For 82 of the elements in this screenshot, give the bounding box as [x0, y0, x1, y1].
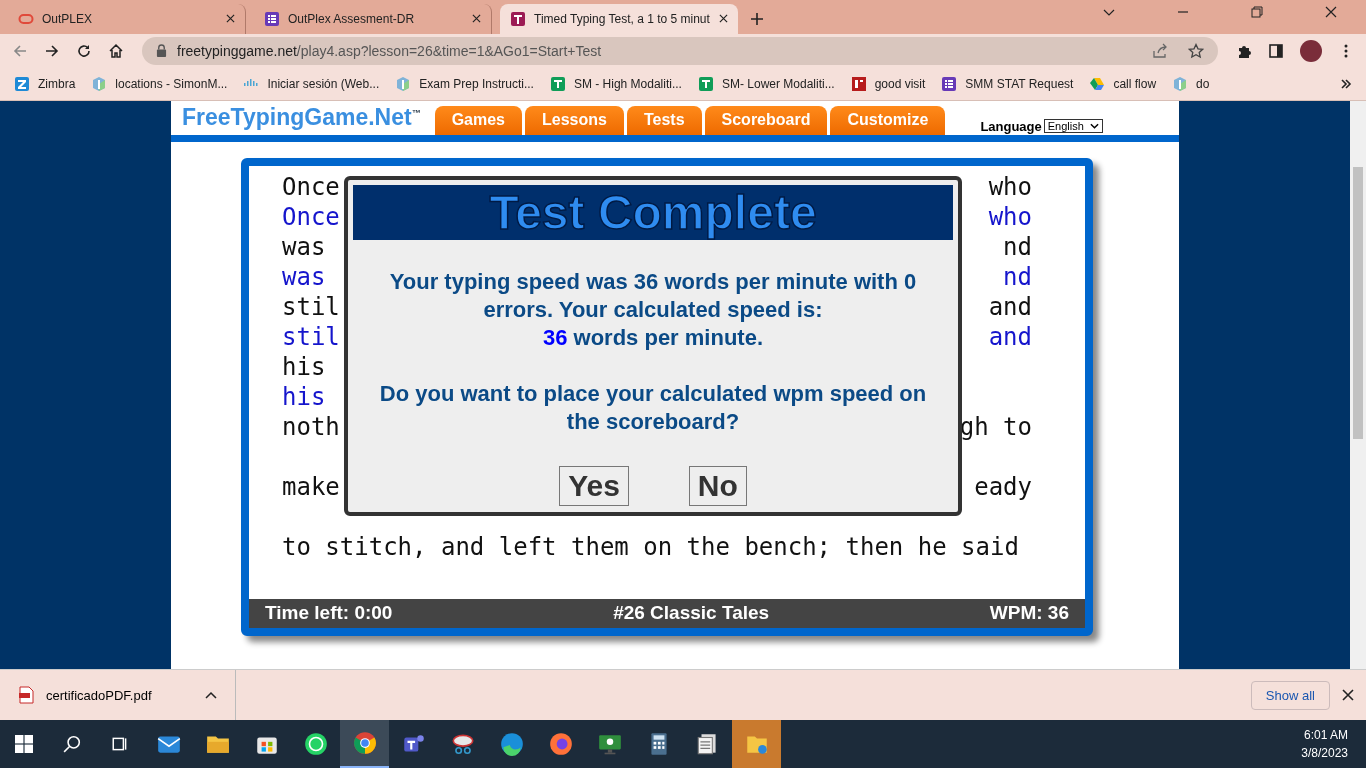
back-icon[interactable] — [12, 42, 28, 59]
source-text: nd — [1003, 231, 1032, 262]
cube-icon — [395, 75, 412, 92]
browser-tab[interactable]: Timed Typing Test, a 1 to 5 minut — [500, 3, 738, 34]
time-left: Time left: 0:00 — [265, 602, 393, 625]
avatar[interactable] — [1300, 39, 1322, 62]
bookmark[interactable]: locations - SimonM... — [91, 75, 228, 92]
dialog-button[interactable]: No — [688, 465, 747, 506]
language-select[interactable]: English — [1043, 118, 1103, 133]
typed-text: his — [282, 381, 326, 412]
bookmark[interactable]: call flow — [1089, 75, 1157, 92]
list-icon — [264, 10, 280, 27]
scoreboard-question: Do you want to place your calculated wpm speed on the scoreboard? — [378, 379, 928, 436]
chat-icon[interactable] — [302, 731, 329, 757]
source-text: eady — [974, 471, 1032, 502]
source-text: and — [988, 291, 1032, 322]
wpm-reading: WPM: 36 — [989, 602, 1069, 625]
source-text: who — [988, 171, 1032, 202]
source-text: make — [282, 471, 340, 502]
list-icon — [941, 75, 958, 92]
cube-icon — [91, 75, 108, 92]
clock[interactable]: 6:01 AM 3/8/2023 — [1283, 728, 1366, 760]
letter-icon — [510, 10, 526, 27]
source-text: was — [282, 231, 326, 262]
chrome-icon[interactable] — [351, 730, 378, 756]
edge-icon[interactable] — [498, 731, 525, 757]
share-icon[interactable] — [1152, 42, 1168, 59]
close-icon[interactable] — [1342, 689, 1354, 702]
sheet-icon — [549, 75, 566, 92]
zimbra-icon — [14, 75, 30, 92]
bookmark[interactable]: do — [1172, 75, 1210, 92]
browser-tab[interactable]: OutPLEX — [8, 3, 246, 34]
typed-text: and — [988, 321, 1032, 352]
typed-text: who — [988, 201, 1032, 232]
caret-icon — [1089, 122, 1099, 129]
close-icon[interactable] — [472, 14, 481, 24]
source-text: to stitch, and left them on the bench; then he said — [282, 531, 1019, 562]
site-logo[interactable]: FreeTypingGame.Net$^{™}$ — [182, 104, 421, 132]
bookmark[interactable]: Zimbra — [14, 75, 76, 92]
star-icon[interactable] — [1188, 42, 1204, 59]
show-all-button[interactable]: Show all — [1250, 680, 1330, 710]
bookmark[interactable]: Exam Prep Instructi... — [395, 75, 534, 92]
bookmark[interactable]: Iniciar sesión (Web... — [243, 75, 380, 92]
forward-icon[interactable] — [44, 42, 60, 59]
typed-text: stil — [282, 321, 340, 352]
side-panel-icon[interactable] — [1268, 42, 1284, 59]
close-icon[interactable] — [226, 14, 235, 24]
firefox-icon[interactable] — [547, 731, 574, 757]
home-icon[interactable] — [108, 42, 124, 59]
close-icon[interactable] — [719, 14, 728, 24]
drive-icon — [1089, 75, 1106, 92]
typed-text: nd — [1003, 261, 1032, 292]
lesson-title: #26 Classic Tales — [613, 602, 770, 625]
language-label: Language — [980, 118, 1042, 134]
chevron-up-icon[interactable] — [205, 691, 217, 700]
typed-text: was — [282, 261, 326, 292]
typed-text: Once — [282, 201, 340, 232]
bookmark[interactable]: good visit — [850, 75, 926, 92]
url-text: freetypinggame.net/play4.asp?lesson=26&time=1&AGo1=Start+Test — [177, 42, 603, 59]
source-text: gh to — [959, 411, 1032, 442]
source-text: stil — [282, 291, 340, 322]
dialog-button[interactable]: Yes — [559, 465, 629, 506]
source-text: his — [282, 351, 326, 382]
cube-icon — [1172, 75, 1189, 92]
sheet-icon — [697, 75, 714, 92]
bookmark[interactable]: SM - High Modaliti... — [549, 75, 682, 92]
pdf-icon — [850, 75, 867, 92]
bookmark[interactable]: SMM STAT Request — [941, 75, 1074, 92]
reload-icon[interactable] — [76, 42, 92, 59]
chevrons-right-icon[interactable] — [1340, 77, 1352, 90]
scrollbar[interactable] — [1350, 100, 1366, 670]
browser-tab[interactable]: OutPlex Assesment-DR — [254, 3, 492, 34]
calculated-speed: 36 words per minute. — [541, 323, 765, 352]
lock-icon — [156, 44, 167, 58]
bookmark[interactable]: SM- Lower Modaliti... — [697, 75, 835, 92]
plus-icon[interactable] — [750, 11, 764, 26]
dialog-title: Test Complete — [353, 184, 953, 240]
source-text: noth — [282, 411, 340, 442]
result-message: Your typing speed was 36 words per minute with 0 errors. Your calculated speed is: — [388, 267, 918, 324]
address-bar[interactable]: freetypinggame.net/play4.asp?lesson=26&time=1&AGo1=Start+Test — [142, 36, 1218, 65]
source-text: Once — [282, 171, 340, 202]
pdf-file-icon — [18, 686, 34, 705]
